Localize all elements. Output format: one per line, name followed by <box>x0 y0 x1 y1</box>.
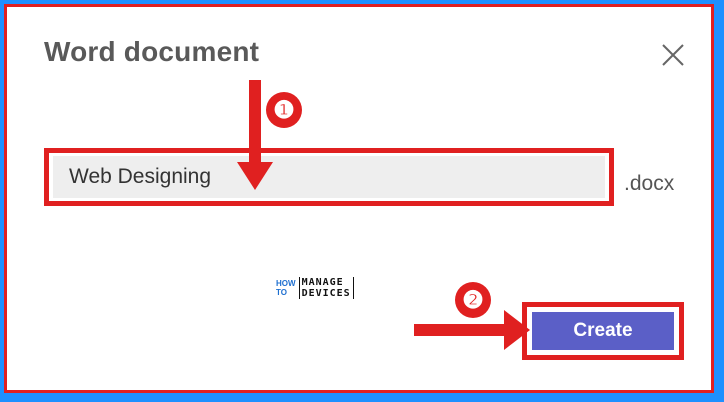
step-1-badge: ❶ <box>266 92 302 128</box>
create-highlight: Create <box>522 302 684 360</box>
watermark-to-text: TO <box>276 288 287 297</box>
watermark-manage-devices: MANAGE DEVICES <box>298 277 354 299</box>
step-2-badge: ❷ <box>455 282 491 318</box>
close-icon[interactable] <box>660 42 686 68</box>
filename-input[interactable] <box>53 156 605 198</box>
watermark-how-text: HOW <box>276 279 296 288</box>
watermark-devices-text: DEVICES <box>301 288 351 299</box>
watermark-logo: HOW TO MANAGE DEVICES <box>276 276 354 300</box>
watermark-how: HOW TO <box>276 279 296 297</box>
file-extension: .docx <box>624 172 675 195</box>
create-button[interactable]: Create <box>532 312 674 350</box>
watermark-manage-text: MANAGE <box>301 277 344 288</box>
dialog-title: Word document <box>44 36 260 67</box>
filename-highlight <box>44 148 614 206</box>
